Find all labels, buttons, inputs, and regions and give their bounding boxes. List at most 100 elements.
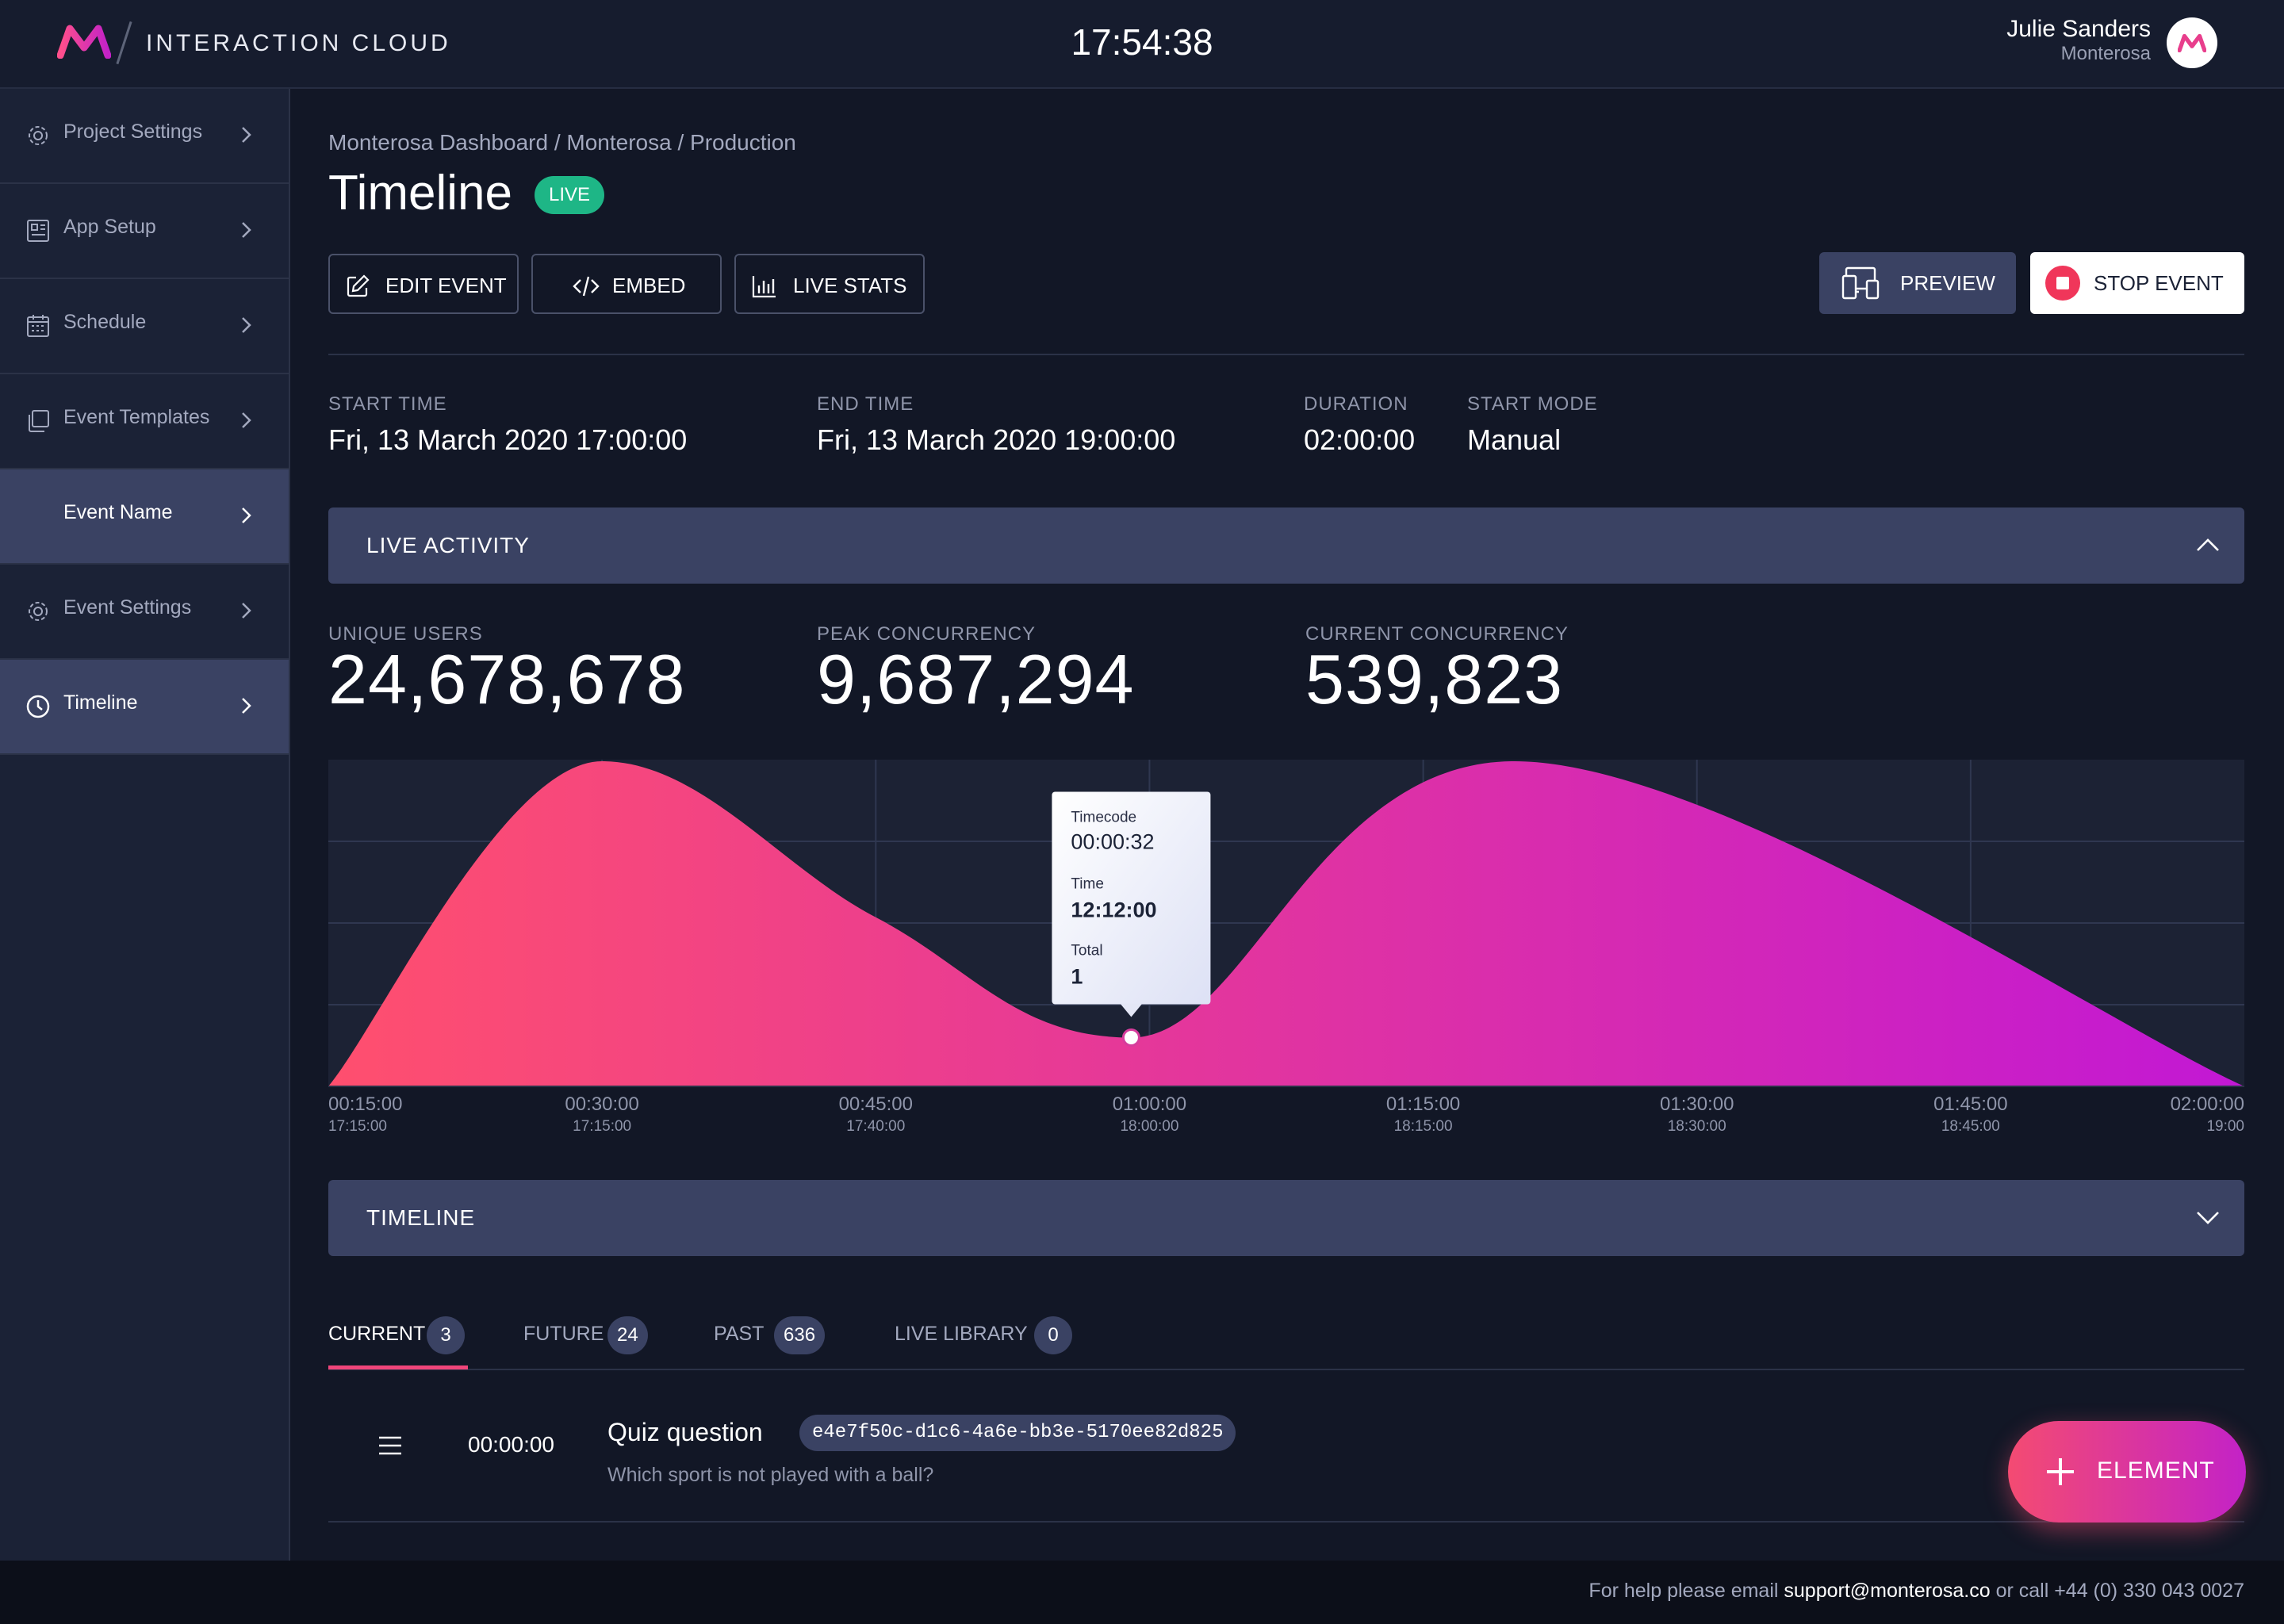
footer: For help please email support@monterosa.…: [0, 1561, 2284, 1624]
avatar[interactable]: [2167, 17, 2217, 68]
live-activity-title: LIVE ACTIVITY: [366, 533, 530, 557]
sidebar-item-timeline[interactable]: Timeline: [0, 660, 289, 755]
embed-button[interactable]: EMBED: [531, 254, 722, 314]
footer-help-prefix: For help please email: [1588, 1580, 1784, 1602]
tab-count-badge: 3: [427, 1316, 465, 1354]
tab-label: LIVE LIBRARY: [895, 1323, 1028, 1345]
tooltip-total-value: 1: [1071, 965, 1083, 989]
x-tick-sublabel: 18:00:00: [1120, 1118, 1178, 1135]
breadcrumb[interactable]: Monterosa Dashboard / Monterosa / Produc…: [328, 130, 796, 155]
chevron-right-icon: [242, 317, 251, 333]
sidebar-item-label: Event Templates: [63, 406, 210, 428]
row-id-badge: e4e7f50c-d1c6-4a6e-bb3e-5170ee82d825: [799, 1415, 1236, 1451]
chevron-down-icon[interactable]: [2195, 1207, 2221, 1228]
tooltip-total-label: Total: [1071, 943, 1102, 959]
x-tick-sublabel: 18:15:00: [1394, 1118, 1453, 1135]
embed-label: EMBED: [612, 274, 686, 297]
row-title[interactable]: Quiz question: [607, 1418, 763, 1447]
code-icon: [573, 276, 600, 297]
end-time-value: Fri, 13 March 2020 19:00:00: [817, 423, 1176, 456]
monterosa-logo-icon[interactable]: [57, 24, 111, 59]
sidebar-item-schedule[interactable]: Schedule: [0, 279, 289, 374]
stop-event-button[interactable]: STOP EVENT: [2030, 252, 2244, 314]
avatar-logo-icon: [2178, 33, 2206, 52]
x-tick-sublabel: 18:30:00: [1668, 1118, 1726, 1135]
top-bar: INTERACTION CLOUD 17:54:38 Julie Sanders…: [0, 0, 2284, 89]
duration-label: DURATION: [1304, 393, 1408, 415]
x-tick-label: 00:45:00: [839, 1094, 913, 1115]
footer-help-text: For help please email support@monterosa.…: [1588, 1580, 2244, 1603]
start-mode-label: START MODE: [1467, 393, 1598, 415]
current-concurrency-value: 539,823: [1305, 640, 1564, 718]
sidebar-item-project-settings[interactable]: Project Settings: [0, 89, 289, 184]
sidebar-item-label: Schedule: [63, 311, 147, 333]
activity-area-chart[interactable]: 00:15:00 17:15:00 00:30:00 17:15:00 00:45:00…: [328, 760, 2244, 1140]
gear-icon: [29, 126, 48, 145]
tooltip-data-point[interactable]: [1121, 1028, 1140, 1047]
sidebar: Project Settings App Setup Schedule Even…: [0, 89, 290, 1561]
tab-count-badge: 24: [607, 1316, 648, 1354]
sidebar-item-event-templates[interactable]: Event Templates: [0, 374, 289, 469]
live-activity-chart[interactable]: 00:15:00 17:15:00 00:30:00 17:15:00 00:45:00…: [328, 760, 2244, 1140]
templates-icon: [29, 410, 49, 432]
x-tick-label: 01:15:00: [1386, 1094, 1460, 1115]
row-divider: [328, 1521, 2244, 1522]
x-tick-sublabel: 18:45:00: [1941, 1118, 2000, 1135]
x-tick-label: 00:15:00: [328, 1094, 402, 1115]
edit-event-button[interactable]: EDIT EVENT: [328, 254, 519, 314]
x-tick-sublabel: 17:15:00: [328, 1118, 387, 1135]
add-element-button[interactable]: ELEMENT: [2008, 1421, 2246, 1522]
timeline-panel-header[interactable]: TIMELINE: [328, 1180, 2244, 1256]
brand-name: INTERACTION CLOUD: [146, 30, 451, 56]
sidebar-item-event-name[interactable]: Event Name: [0, 469, 289, 565]
x-tick-label: 02:00:00: [2171, 1094, 2244, 1115]
peak-concurrency-value: 9,687,294: [817, 640, 1135, 718]
tooltip-time-label: Time: [1071, 876, 1104, 893]
tab-label: CURRENT: [328, 1323, 426, 1345]
plus-icon: [2047, 1458, 2074, 1485]
stop-event-label: STOP EVENT: [2094, 271, 2224, 295]
chevron-right-icon: [242, 603, 251, 619]
status-badge: LIVE: [535, 176, 605, 214]
tab-label: PAST: [714, 1323, 765, 1345]
sidebar-item-label: Timeline: [63, 691, 138, 714]
support-email-link[interactable]: support@monterosa.co: [1784, 1580, 1990, 1602]
tab-count-badge: 636: [774, 1316, 826, 1354]
logo-divider: [116, 21, 132, 65]
tooltip-timecode-label: Timecode: [1071, 810, 1136, 826]
devices-icon: [1841, 266, 1880, 300]
sidebar-item-label: App Setup: [63, 216, 156, 238]
start-mode-value: Manual: [1467, 423, 1562, 456]
app-setup-icon: [27, 220, 49, 242]
preview-button[interactable]: PREVIEW: [1819, 252, 2016, 314]
page-title: Timeline: [328, 166, 512, 220]
row-subtitle: Which sport is not played with a ball?: [607, 1464, 934, 1486]
add-element-label: ELEMENT: [2097, 1457, 2215, 1484]
start-time-value: Fri, 13 March 2020 17:00:00: [328, 423, 688, 456]
unique-users-value: 24,678,678: [328, 640, 686, 718]
chevron-right-icon: [242, 698, 251, 714]
sidebar-item-label: Event Name: [63, 501, 173, 523]
live-stats-button[interactable]: LIVE STATS: [734, 254, 925, 314]
edit-icon: [347, 274, 370, 297]
sidebar-item-event-settings[interactable]: Event Settings: [0, 565, 289, 660]
chevron-right-icon: [242, 508, 251, 523]
drag-handle-icon[interactable]: [377, 1435, 403, 1456]
sidebar-item-label: Project Settings: [63, 121, 203, 143]
x-tick-sublabel: 19:00: [2206, 1118, 2244, 1135]
calendar-icon: [27, 315, 49, 337]
section-divider: [328, 354, 2244, 355]
stop-icon: [2045, 266, 2080, 301]
gear-icon: [29, 602, 48, 621]
timeline-panel-title: TIMELINE: [366, 1205, 476, 1230]
user-name[interactable]: Julie Sanders: [2006, 16, 2151, 43]
sidebar-item-app-setup[interactable]: App Setup: [0, 184, 289, 279]
tabs-divider: [328, 1369, 2244, 1370]
x-tick-label: 01:00:00: [1113, 1094, 1186, 1115]
row-timecode: 00:00:00: [468, 1432, 554, 1457]
sidebar-item-label: Event Settings: [63, 596, 192, 619]
tab-label: FUTURE: [523, 1323, 604, 1345]
chevron-right-icon: [242, 412, 251, 428]
chevron-up-icon[interactable]: [2195, 534, 2221, 555]
live-activity-panel-header[interactable]: LIVE ACTIVITY: [328, 508, 2244, 584]
